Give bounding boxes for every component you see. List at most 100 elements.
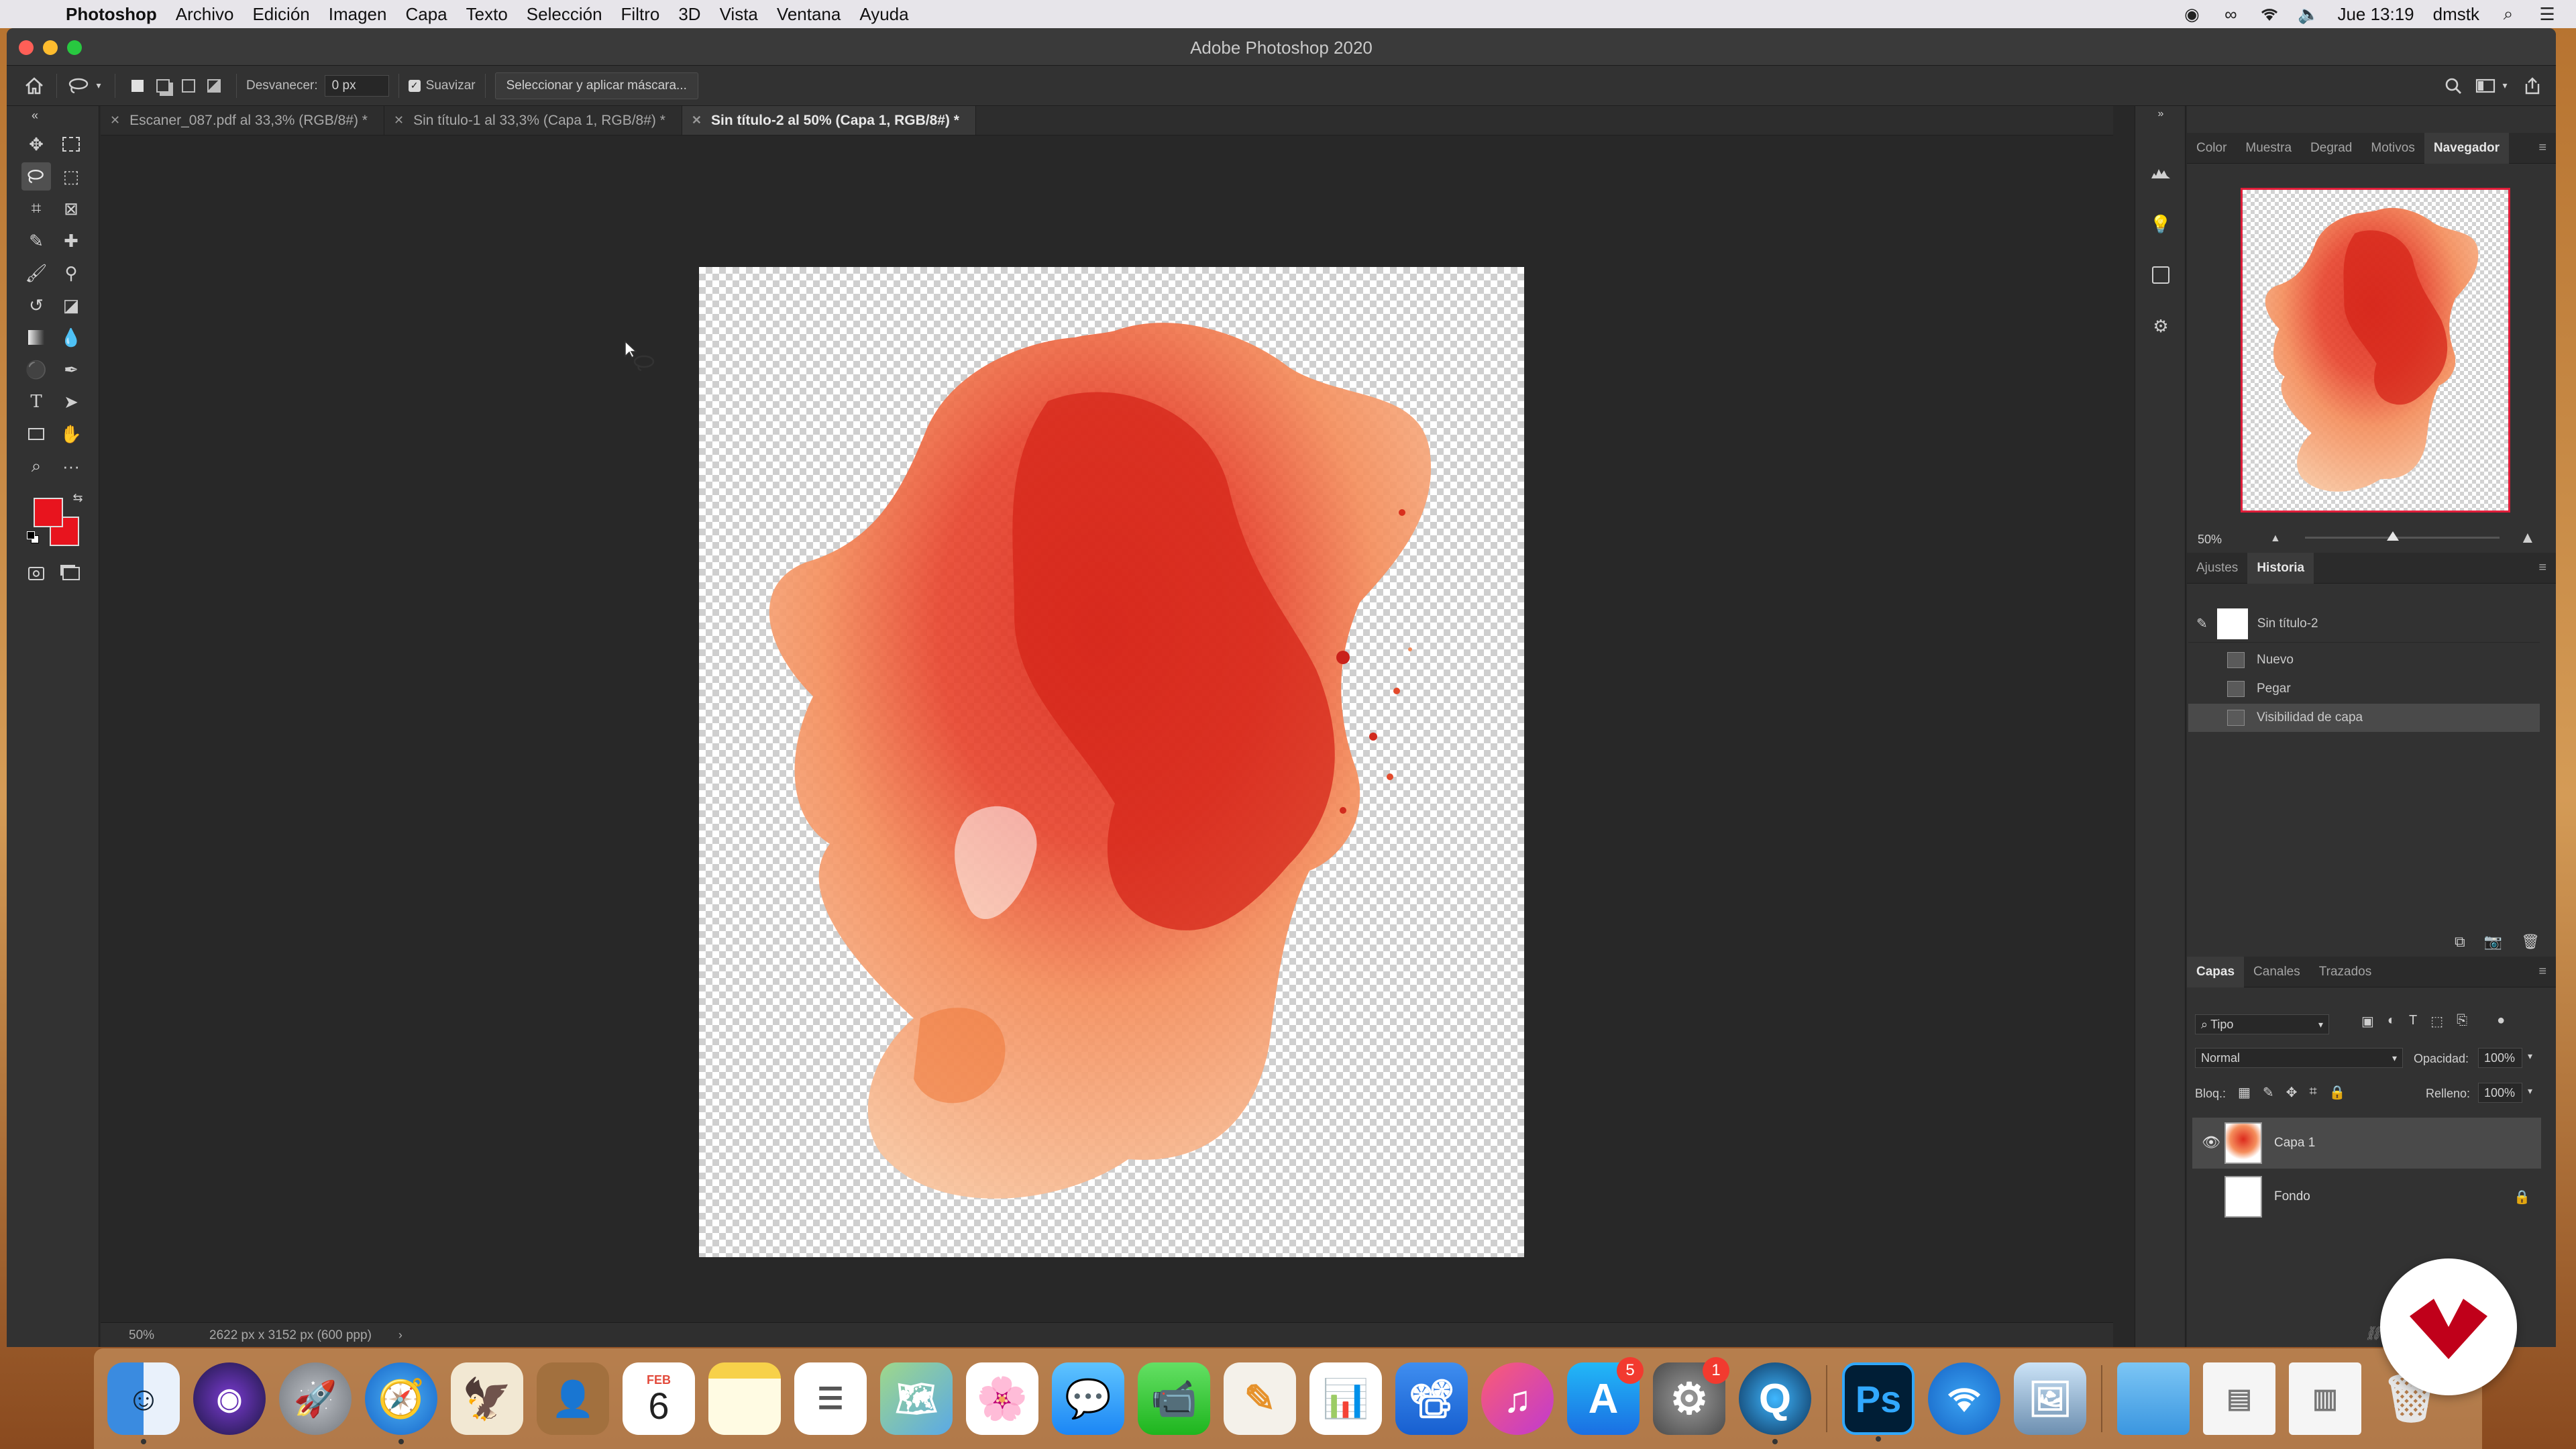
tab-layers[interactable]: Capas — [2187, 956, 2245, 987]
opacity-input[interactable]: 100% — [2478, 1048, 2522, 1068]
maps-icon[interactable]: 🗺 — [880, 1362, 953, 1435]
move-tool-icon[interactable]: ✥ — [21, 130, 51, 158]
new-selection-icon[interactable] — [125, 73, 150, 99]
filter-pixel-icon[interactable]: ▣ — [2361, 1013, 2374, 1030]
lasso-tool-icon[interactable] — [21, 162, 51, 191]
launchpad-icon[interactable]: 🚀 — [279, 1362, 352, 1435]
hand-tool-icon[interactable]: ✋ — [56, 420, 86, 448]
layer-name[interactable]: Capa 1 — [2274, 1136, 2315, 1150]
finder-icon[interactable]: ☺ — [107, 1362, 180, 1444]
visibility-toggle-empty[interactable] — [2202, 1187, 2216, 1202]
numbers-icon[interactable]: 📊 — [1309, 1362, 1382, 1435]
menu-vista[interactable]: Vista — [720, 4, 758, 25]
fill-input[interactable]: 100% — [2478, 1083, 2522, 1103]
mail-icon[interactable]: 🦅 — [451, 1362, 523, 1435]
workspace-switcher-icon[interactable] — [2473, 73, 2498, 99]
gradient-tool-icon[interactable] — [21, 323, 51, 352]
zoom-level[interactable]: 50% — [129, 1328, 203, 1343]
menu-archivo[interactable]: Archivo — [176, 4, 234, 25]
lasso-tool-preset-icon[interactable] — [66, 73, 92, 99]
link-layers-icon[interactable]: ⛓ — [2365, 1325, 2381, 1342]
brush-tool-icon[interactable]: 🖌 — [21, 259, 51, 287]
pages-icon[interactable]: ✎ — [1224, 1362, 1296, 1435]
swap-colors-icon[interactable]: ⇆ — [70, 490, 86, 506]
zoom-in-icon[interactable]: ▲ — [2520, 529, 2536, 547]
tab-sin-titulo-1[interactable]: ✕ Sin título-1 al 33,3% (Capa 1, RGB/8#)… — [384, 106, 682, 135]
menu-ayuda[interactable]: Ayuda — [859, 4, 908, 25]
wifi-icon[interactable] — [2259, 4, 2279, 24]
menu-3d[interactable]: 3D — [678, 4, 700, 25]
wireless-diagnostics-icon[interactable] — [1928, 1362, 2000, 1435]
safari-icon[interactable]: 🧭 — [365, 1362, 437, 1444]
more-tools-icon[interactable]: ··· — [56, 452, 86, 480]
messages-icon[interactable]: 💬 — [1052, 1362, 1124, 1435]
zoom-slider-thumb[interactable] — [2386, 531, 2399, 541]
history-item-pegar[interactable]: Pegar — [2188, 675, 2540, 703]
siri-icon[interactable]: ◉ — [193, 1362, 266, 1435]
record-status-icon[interactable]: ◉ — [2182, 4, 2202, 24]
menu-edicion[interactable]: Edición — [252, 4, 309, 25]
panel-menu-icon[interactable]: ≡ — [2538, 560, 2546, 576]
smooth-checkbox[interactable]: ✓ — [408, 79, 421, 92]
quicktime-icon[interactable]: Q — [1739, 1362, 1811, 1444]
marquee-tool-icon[interactable] — [56, 130, 86, 158]
history-brush-tool-icon[interactable]: ↺ — [21, 291, 51, 319]
navigator-zoom-slider[interactable] — [2305, 531, 2500, 541]
menu-seleccion[interactable]: Selección — [527, 4, 602, 25]
eraser-tool-icon[interactable]: ◪ — [56, 291, 86, 319]
menu-capa[interactable]: Capa — [405, 4, 447, 25]
documents-stack-icon[interactable]: ▤ — [2203, 1362, 2275, 1435]
path-selection-tool-icon[interactable]: ➤ — [56, 388, 86, 416]
panel-menu-icon[interactable]: ≡ — [2538, 964, 2546, 979]
visibility-eye-icon[interactable]: 👁 — [2202, 1134, 2220, 1151]
collapse-tools-icon[interactable]: « — [20, 109, 50, 122]
menu-imagen[interactable]: Imagen — [329, 4, 387, 25]
expand-panels-icon[interactable]: » — [2147, 107, 2174, 121]
photoshop-icon[interactable]: Ps — [1842, 1362, 1915, 1442]
tab-swatches[interactable]: Muestra — [2236, 133, 2301, 164]
clone-stamp-tool-icon[interactable]: ⚲ — [56, 259, 86, 287]
intersect-selection-icon[interactable] — [201, 73, 227, 99]
canvas-area[interactable] — [101, 136, 2113, 1347]
quick-mask-icon[interactable] — [21, 559, 51, 588]
tab-color[interactable]: Color — [2187, 133, 2236, 164]
lock-all-icon[interactable]: 🔒 — [2329, 1084, 2346, 1101]
type-tool-icon[interactable]: T — [21, 388, 51, 416]
app-store-icon[interactable]: A 5 — [1567, 1357, 1644, 1435]
blur-tool-icon[interactable]: 💧 — [56, 323, 86, 352]
tab-history[interactable]: Historia — [2247, 552, 2314, 584]
reminders-icon[interactable]: ☰ — [794, 1362, 867, 1435]
quick-selection-tool-icon[interactable]: ⬚ — [56, 162, 86, 191]
contacts-icon[interactable]: 👤 — [537, 1362, 609, 1435]
menu-texto[interactable]: Texto — [466, 4, 508, 25]
opacity-chevron-icon[interactable]: ▾ — [2528, 1051, 2532, 1062]
tab-sin-titulo-2[interactable]: ✕ Sin título-2 al 50% (Capa 1, RGB/8#) * — [682, 106, 976, 135]
tab-gradients[interactable]: Degrad — [2301, 133, 2361, 164]
notes-icon[interactable] — [708, 1362, 781, 1435]
frame-tool-icon[interactable]: ⊠ — [56, 195, 86, 223]
keynote-icon[interactable]: 📽 — [1395, 1362, 1468, 1435]
layer-row-fondo[interactable]: Fondo 🔒 — [2192, 1171, 2541, 1222]
notification-center-icon[interactable]: ☰ — [2537, 4, 2557, 24]
downloads-folder-icon[interactable] — [2117, 1362, 2190, 1435]
tab-paths[interactable]: Trazados — [2310, 957, 2381, 987]
tab-navigator[interactable]: Navegador — [2424, 132, 2510, 164]
new-snapshot-icon[interactable]: 📷 — [2484, 933, 2502, 951]
new-document-from-state-icon[interactable]: ⧉ — [2455, 933, 2465, 951]
zoom-out-icon[interactable]: ▲ — [2270, 533, 2281, 545]
lock-position-icon[interactable]: ✥ — [2286, 1084, 2298, 1101]
feather-input[interactable]: 0 px — [324, 74, 389, 97]
facetime-icon[interactable]: 📹 — [1138, 1362, 1210, 1435]
default-colors-icon[interactable] — [27, 531, 39, 543]
status-menu-chevron-icon[interactable]: › — [398, 1328, 402, 1342]
menu-app-name[interactable]: Photoshop — [66, 4, 157, 25]
photos-icon[interactable]: 🌸 — [966, 1362, 1038, 1435]
select-and-mask-button[interactable]: Seleccionar y aplicar máscara... — [494, 72, 698, 99]
layer-filter-select[interactable]: ⌕ Tipo ▾ — [2195, 1014, 2329, 1034]
tab-adjustments[interactable]: Ajustes — [2187, 553, 2247, 584]
lock-transparent-pixels-icon[interactable]: ▦ — [2238, 1084, 2251, 1101]
history-brush-source-icon[interactable]: ✎ — [2196, 615, 2208, 632]
pen-tool-icon[interactable]: ✒ — [56, 356, 86, 384]
menu-ventana[interactable]: Ventana — [777, 4, 841, 25]
fill-chevron-icon[interactable]: ▾ — [2528, 1085, 2532, 1097]
